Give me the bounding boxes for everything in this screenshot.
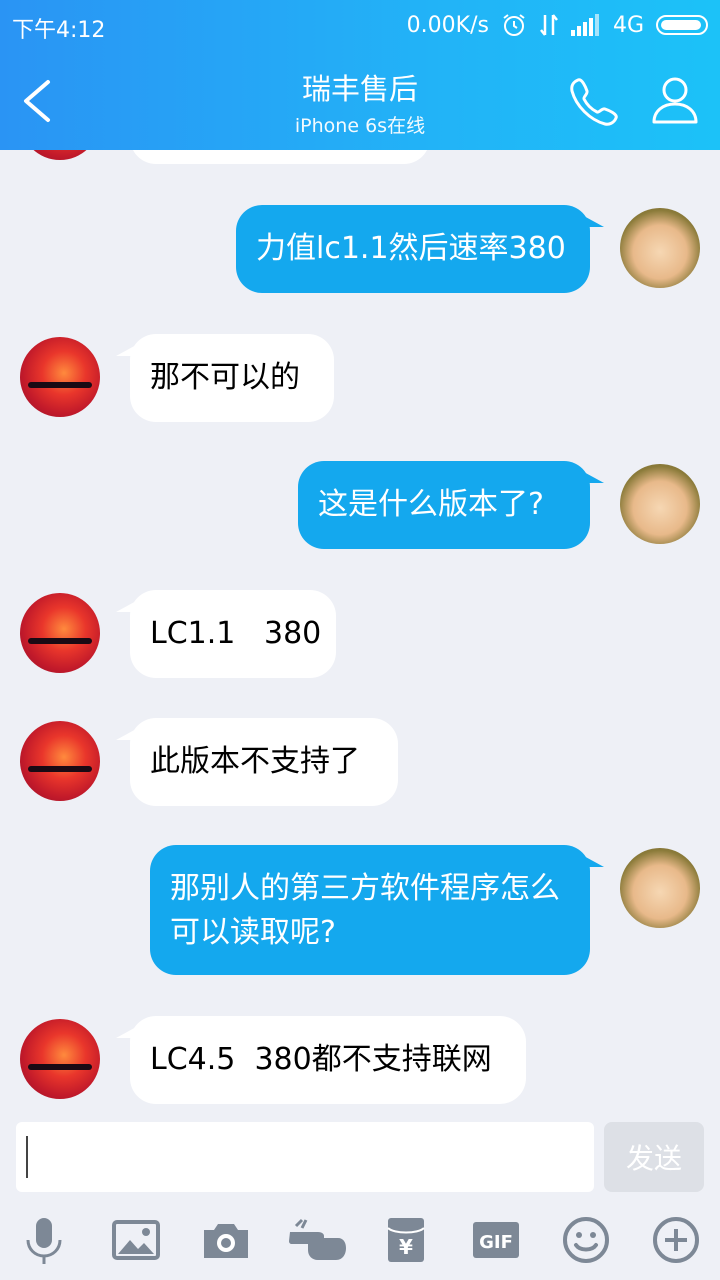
plus-icon[interactable] <box>650 1214 702 1266</box>
image-icon[interactable] <box>110 1214 162 1266</box>
gif-label: GIF <box>479 1232 513 1253</box>
bottom-toolbar: ¥ GIF <box>0 1202 720 1280</box>
network-type: 4G <box>612 12 644 38</box>
avatar[interactable] <box>20 150 100 160</box>
message-bubble-in[interactable]: 那不可以的 <box>116 334 334 422</box>
poke-icon[interactable] <box>288 1214 348 1266</box>
alarm-icon <box>503 14 525 36</box>
chat-area[interactable]: 力值lc1.1然后速率380 那不可以的 这是什么版本了? LC1.1 380 … <box>0 150 720 1110</box>
profile-icon[interactable] <box>648 72 702 126</box>
data-transfer-icon <box>539 14 558 36</box>
message-bubble-out[interactable]: 力值lc1.1然后速率380 <box>236 205 604 293</box>
input-bar: 发送 <box>0 1110 720 1202</box>
avatar[interactable] <box>20 337 100 417</box>
message-bubble-in[interactable]: LC4.5 380都不支持联网 <box>116 1016 526 1104</box>
message-bubble-out[interactable]: 那别人的第三方软件程序怎么可以读取呢? <box>150 845 604 975</box>
message-bubble-in[interactable]: 此版本不支持了 <box>116 718 398 806</box>
message-bubble-in[interactable]: LC1.1 380 <box>116 590 336 678</box>
signal-icon <box>570 14 599 36</box>
network-speed: 0.00K/s <box>406 12 489 38</box>
camera-icon[interactable] <box>200 1214 252 1266</box>
status-bar: 下午4:12 0.00K/s 4G <box>0 0 720 52</box>
chat-header: 下午4:12 0.00K/s 4G 瑞丰售后 iPhone 6s在线 <box>0 0 720 150</box>
avatar[interactable] <box>620 848 700 928</box>
avatar[interactable] <box>20 721 100 801</box>
send-button[interactable]: 发送 <box>604 1122 704 1192</box>
avatar[interactable] <box>20 1019 100 1099</box>
message-bubble-partial <box>130 150 430 164</box>
red-envelope-icon[interactable]: ¥ <box>380 1214 432 1266</box>
text-caret <box>26 1136 28 1178</box>
message-input[interactable] <box>16 1122 594 1192</box>
battery-icon <box>656 15 708 35</box>
avatar[interactable] <box>620 464 700 544</box>
phone-icon[interactable] <box>568 74 622 128</box>
status-time: 下午4:12 <box>12 18 106 43</box>
gif-icon[interactable]: GIF <box>470 1214 522 1266</box>
avatar[interactable] <box>620 208 700 288</box>
message-bubble-out[interactable]: 这是什么版本了? <box>298 461 604 549</box>
microphone-icon[interactable] <box>18 1214 70 1266</box>
red-envelope-label: ¥ <box>399 1235 413 1259</box>
avatar[interactable] <box>20 593 100 673</box>
emoji-icon[interactable] <box>560 1214 612 1266</box>
